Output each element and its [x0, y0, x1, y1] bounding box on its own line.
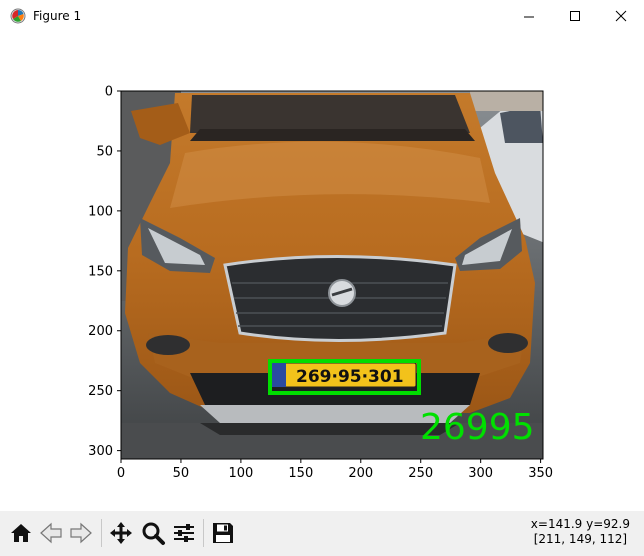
y-tick-label: 100 [88, 204, 113, 219]
y-tick-label: 300 [88, 444, 113, 459]
y-tick-label: 150 [88, 264, 113, 279]
sliders-icon [174, 524, 194, 542]
toolbar-separator [203, 519, 204, 547]
forward-button[interactable] [67, 519, 95, 547]
cursor-coordinates: x=141.9 y=92.9 [530, 517, 630, 531]
y-tick-label: 200 [88, 324, 113, 339]
y-axis: 0 50 100 150 200 250 300 [88, 85, 121, 459]
x-tick-label: 300 [468, 466, 493, 481]
maximize-icon [570, 11, 580, 21]
maximize-button[interactable] [552, 0, 598, 33]
y-tick-label: 250 [88, 384, 113, 399]
y-tick-label: 50 [96, 144, 113, 159]
x-tick-label: 350 [528, 466, 553, 481]
axes: 269·95·301 26995 0 50 100 150 200 250 300 350 0… [88, 85, 553, 482]
figure-app-icon [10, 8, 26, 24]
close-icon [615, 10, 627, 22]
navigation-toolbar: x=141.9 y=92.9 [211, 149, 112] [0, 511, 644, 556]
home-icon [11, 524, 31, 542]
floppy-disk-icon [213, 523, 233, 543]
x-tick-label: 50 [173, 466, 190, 481]
minimize-button[interactable] [506, 0, 552, 33]
save-button[interactable] [209, 519, 237, 547]
zoom-button[interactable] [139, 519, 167, 547]
title-bar: Figure 1 [0, 0, 644, 33]
pan-button[interactable] [107, 519, 135, 547]
license-plate-text: 269·95·301 [296, 367, 404, 387]
forward-arrow-icon [70, 522, 92, 544]
cursor-readout: x=141.9 y=92.9 [211, 149, 112] [531, 517, 630, 547]
x-tick-label: 150 [288, 466, 313, 481]
pixel-value: [211, 149, 112] [533, 532, 628, 546]
toolbar-separator [101, 519, 102, 547]
back-arrow-icon [40, 522, 62, 544]
magnifier-icon [142, 522, 165, 545]
x-tick-label: 100 [228, 466, 253, 481]
ocr-result-text: 26995 [420, 407, 535, 448]
figure-canvas[interactable]: 269·95·301 26995 0 50 100 150 200 250 300 350 0… [0, 33, 644, 511]
x-tick-label: 200 [348, 466, 373, 481]
back-button[interactable] [37, 519, 65, 547]
configure-subplots-button[interactable] [170, 519, 198, 547]
minimize-icon [524, 16, 534, 18]
window-title: Figure 1 [33, 9, 82, 23]
x-tick-label: 250 [408, 466, 433, 481]
y-tick-label: 0 [105, 85, 113, 100]
move-icon [110, 522, 132, 544]
car-photo: 269·95·301 26995 [121, 91, 543, 459]
home-button[interactable] [7, 519, 35, 547]
x-tick-label: 0 [117, 466, 125, 481]
close-button[interactable] [598, 0, 644, 33]
x-axis: 0 50 100 150 200 250 300 350 [117, 459, 553, 481]
